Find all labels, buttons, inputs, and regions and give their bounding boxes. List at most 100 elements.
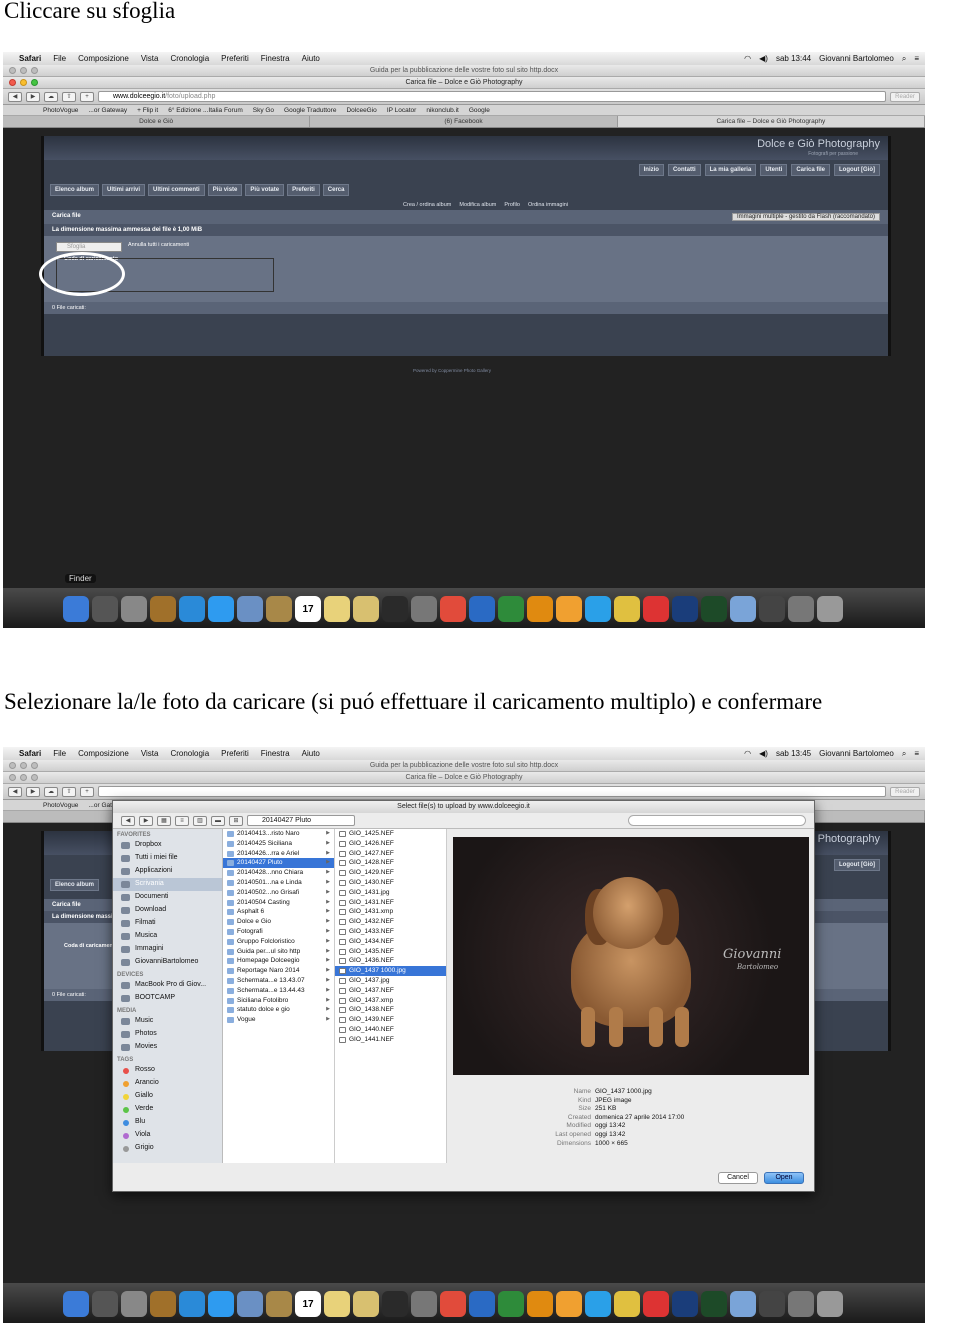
file-row[interactable]: GIO_1428.NEF bbox=[335, 858, 446, 868]
minimize-icon[interactable] bbox=[20, 67, 27, 74]
file-row[interactable]: GIO_1437.xmp bbox=[335, 996, 446, 1006]
reader-button[interactable]: Reader bbox=[890, 91, 920, 102]
folder-row[interactable]: Gruppo Folcloristico ▶ bbox=[223, 937, 334, 947]
nav-inizio[interactable]: Inizio bbox=[638, 164, 664, 176]
nav-cerca[interactable]: Cerca bbox=[322, 184, 350, 196]
nav-preferiti[interactable]: Preferiti bbox=[287, 184, 320, 196]
utility-icon[interactable] bbox=[411, 596, 437, 622]
folder-row[interactable]: Asphalt 6 ▶ bbox=[223, 907, 334, 917]
fireworks-icon[interactable] bbox=[614, 596, 640, 622]
minimize-icon[interactable] bbox=[20, 762, 27, 769]
close-icon[interactable] bbox=[9, 774, 16, 781]
spotlight-icon[interactable]: ⌕ bbox=[902, 54, 906, 64]
sidebar-item[interactable]: Immagini bbox=[113, 943, 222, 956]
file-row[interactable]: GIO_1431.jpg bbox=[335, 888, 446, 898]
user-name[interactable]: Giovanni Bartolomeo bbox=[819, 54, 894, 63]
sidebar-item[interactable]: Grigio bbox=[113, 1142, 222, 1155]
menu-aiuto[interactable]: Aiuto bbox=[302, 749, 320, 758]
picasa-icon[interactable] bbox=[556, 596, 582, 622]
trash-icon[interactable] bbox=[817, 596, 843, 622]
nav-piu-votate[interactable]: Più votate bbox=[245, 184, 285, 196]
menu-app[interactable]: Safari bbox=[19, 749, 41, 758]
volume-icon[interactable]: ◀) bbox=[759, 54, 768, 63]
file-row[interactable]: GIO_1437.NEF bbox=[335, 986, 446, 996]
volume-icon[interactable]: ◀) bbox=[759, 749, 768, 758]
reader-button[interactable]: Reader bbox=[890, 786, 920, 797]
file-row[interactable]: GIO_1431.NEF bbox=[335, 898, 446, 908]
sidebar-item[interactable]: BOOTCAMP bbox=[113, 992, 222, 1005]
file-row[interactable]: GIO_1427.NEF bbox=[335, 849, 446, 859]
picasa-icon[interactable] bbox=[556, 1291, 582, 1317]
tab-dolce[interactable]: Dolce e Giò bbox=[3, 116, 311, 127]
bookmark[interactable]: + Flip it bbox=[137, 107, 158, 114]
menu-composizione[interactable]: Composizione bbox=[78, 54, 129, 63]
zoom-icon[interactable] bbox=[31, 67, 38, 74]
folder-row[interactable]: Fotografi ▶ bbox=[223, 927, 334, 937]
sidebar-item[interactable]: Movies bbox=[113, 1041, 222, 1054]
bookmark[interactable]: PhotoVogue bbox=[43, 802, 78, 809]
nav-elenco[interactable]: Elenco album bbox=[50, 184, 100, 196]
nav-piu-viste[interactable]: Più viste bbox=[207, 184, 243, 196]
forward-icon[interactable]: ▶ bbox=[139, 815, 153, 826]
folder-row[interactable]: 20140428...nno Chiara ▶ bbox=[223, 868, 334, 878]
file-row[interactable]: GIO_1440.NEF bbox=[335, 1025, 446, 1035]
tab-carica[interactable]: Carica file – Dolce e Giò Photography bbox=[617, 116, 925, 127]
sidebar-item[interactable]: Documenti bbox=[113, 891, 222, 904]
bookmark[interactable]: IP Locator bbox=[387, 107, 417, 114]
office-icon[interactable] bbox=[527, 1291, 553, 1317]
cancel-all-button[interactable]: Annulla tutti i caricamenti bbox=[128, 242, 189, 248]
dreamweaver-icon[interactable] bbox=[701, 596, 727, 622]
folder-row[interactable]: Schermata...e 13.43.07 ▶ bbox=[223, 976, 334, 986]
nav-utenti[interactable]: Utenti bbox=[760, 164, 788, 176]
file-row[interactable]: GIO_1425.NEF bbox=[335, 829, 446, 839]
folder-icon[interactable] bbox=[730, 1291, 756, 1317]
folder-icon[interactable] bbox=[730, 596, 756, 622]
arrange-icon[interactable]: ⊞ bbox=[229, 815, 243, 826]
file-row[interactable]: GIO_1432.NEF bbox=[335, 917, 446, 927]
preview-icon[interactable] bbox=[353, 596, 379, 622]
close-icon[interactable] bbox=[9, 762, 16, 769]
bookmark[interactable]: PhotoVogue bbox=[43, 107, 78, 114]
menu-vista[interactable]: Vista bbox=[141, 749, 159, 758]
calendar-icon[interactable]: 17 bbox=[295, 1291, 321, 1317]
menu-file[interactable]: File bbox=[53, 54, 66, 63]
pdf-icon[interactable] bbox=[643, 596, 669, 622]
back-icon[interactable]: ◀ bbox=[8, 91, 22, 102]
zoom-icon[interactable] bbox=[31, 762, 38, 769]
dreamweaver-icon[interactable] bbox=[701, 1291, 727, 1317]
coverflow-icon[interactable]: ▬ bbox=[211, 815, 225, 826]
spotlight-icon[interactable]: ⌕ bbox=[902, 749, 906, 759]
sidebar-item[interactable]: Arancio bbox=[113, 1077, 222, 1090]
nav-ultimi-arrivi[interactable]: Ultimi arrivi bbox=[102, 184, 146, 196]
minimize-icon[interactable] bbox=[20, 774, 27, 781]
camera-icon[interactable] bbox=[788, 1291, 814, 1317]
bookmark[interactable]: 6° Edizione ...Italia Forum bbox=[168, 107, 243, 114]
list-view-icon[interactable]: ≡ bbox=[175, 815, 189, 826]
file-row[interactable]: GIO_1426.NEF bbox=[335, 839, 446, 849]
quicktime-icon[interactable] bbox=[382, 1291, 408, 1317]
nav-galleria[interactable]: La mia galleria bbox=[704, 164, 757, 176]
notes-icon[interactable] bbox=[324, 596, 350, 622]
safari-icon[interactable] bbox=[179, 596, 205, 622]
nav-logout[interactable]: Logout [Giò] bbox=[834, 164, 880, 176]
file-row[interactable]: GIO_1437.jpg bbox=[335, 976, 446, 986]
add-icon[interactable]: + bbox=[80, 786, 94, 797]
calendar-icon[interactable]: 17 bbox=[295, 596, 321, 622]
sidebar-item[interactable]: Giallo bbox=[113, 1090, 222, 1103]
mail-icon[interactable] bbox=[237, 596, 263, 622]
nav-contatti[interactable]: Contatti bbox=[667, 164, 701, 176]
folder-row[interactable]: 20140425 Siciliana ▶ bbox=[223, 839, 334, 849]
browse-button[interactable]: Sfoglia bbox=[56, 242, 122, 252]
forward-icon[interactable]: ▶ bbox=[26, 786, 40, 797]
sidebar-item[interactable]: MacBook Pro di Giov... bbox=[113, 979, 222, 992]
action-profilo[interactable]: Profilo bbox=[504, 202, 520, 208]
excel-icon[interactable] bbox=[498, 1291, 524, 1317]
zoom-icon[interactable] bbox=[31, 774, 38, 781]
wifi-icon[interactable]: ◠ bbox=[744, 749, 751, 758]
close-icon[interactable] bbox=[9, 67, 16, 74]
mail-icon[interactable] bbox=[237, 1291, 263, 1317]
menu-preferiti[interactable]: Preferiti bbox=[221, 54, 249, 63]
chrome-icon[interactable] bbox=[440, 1291, 466, 1317]
menu-finestra[interactable]: Finestra bbox=[261, 749, 290, 758]
rocket-icon[interactable] bbox=[121, 596, 147, 622]
